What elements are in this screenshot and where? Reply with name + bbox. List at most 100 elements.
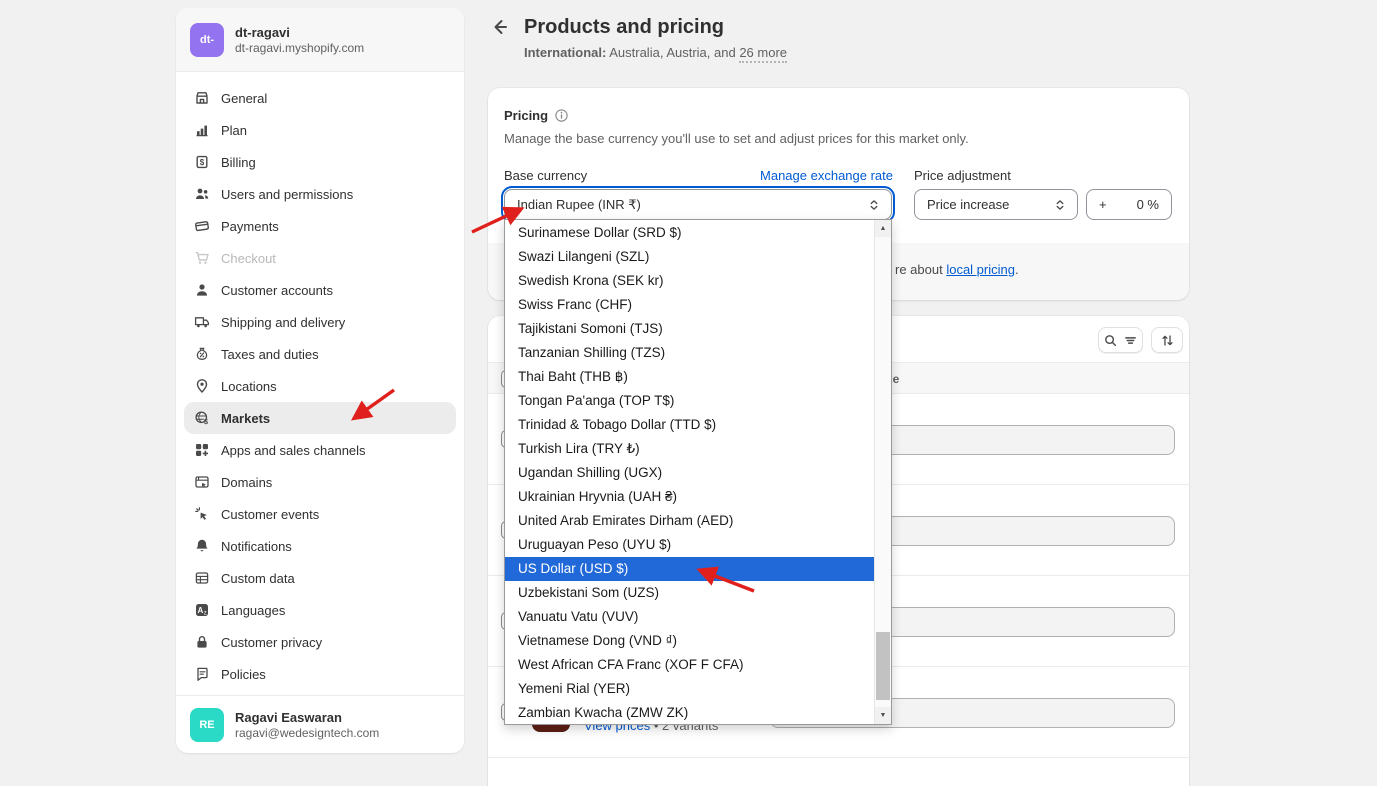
sidebar-item-shipping-and-delivery[interactable]: Shipping and delivery — [184, 306, 456, 338]
sidebar-item-markets[interactable]: $Markets — [184, 402, 456, 434]
events-icon — [194, 506, 210, 522]
footer-suffix: . — [1015, 262, 1019, 277]
user-name: Ragavi Easwaran — [235, 709, 379, 726]
sidebar-item-payments[interactable]: Payments — [184, 210, 456, 242]
currency-option-swedish-krona-sek-kr[interactable]: Swedish Krona (SEK kr) — [505, 269, 874, 293]
lock-icon — [194, 634, 210, 650]
sidebar-item-taxes-and-duties[interactable]: Taxes and duties — [184, 338, 456, 370]
sidebar-item-notifications[interactable]: Notifications — [184, 530, 456, 562]
sort-button[interactable] — [1151, 327, 1183, 353]
currency-option-ukrainian-hryvnia-uah[interactable]: Ukrainian Hryvnia (UAH ₴) — [505, 485, 874, 509]
sidebar-item-label: Policies — [221, 667, 266, 682]
sidebar-item-label: Shipping and delivery — [221, 315, 345, 330]
currency-option-tongan-pa-anga-top-t[interactable]: Tongan Pa'anga (TOP T$) — [505, 389, 874, 413]
price-adjustment-type-select[interactable]: Price increase — [914, 189, 1078, 220]
base-currency-select[interactable]: Indian Rupee (INR ₹) — [504, 189, 892, 220]
sidebar-item-apps-and-sales-channels[interactable]: Apps and sales channels — [184, 434, 456, 466]
currency-option-surinamese-dollar-srd[interactable]: Surinamese Dollar (SRD $) — [505, 221, 874, 245]
page-header: Products and pricing International: Aust… — [488, 15, 787, 60]
currency-option-vanuatu-vatu-vuv[interactable]: Vanuatu Vatu (VUV) — [505, 605, 874, 629]
sidebar-item-label: Customer privacy — [221, 635, 322, 650]
user-account[interactable]: RE Ragavi Easwaran ragavi@wedesigntech.c… — [176, 695, 464, 753]
manage-exchange-rate-link[interactable]: Manage exchange rate — [760, 168, 893, 183]
page-title: Products and pricing — [524, 16, 724, 39]
sidebar-item-customer-accounts[interactable]: Customer accounts — [184, 274, 456, 306]
plan-icon — [194, 122, 210, 138]
currency-option-tanzanian-shilling-tzs[interactable]: Tanzanian Shilling (TZS) — [505, 341, 874, 365]
pricing-section-title: Pricing — [504, 108, 569, 123]
currency-option-west-african-cfa-franc-xof-f-cfa[interactable]: West African CFA Franc (XOF F CFA) — [505, 653, 874, 677]
price-adjustment-label: Price adjustment — [914, 168, 1011, 183]
currency-option-tajikistani-somoni-tjs[interactable]: Tajikistani Somoni (TJS) — [505, 317, 874, 341]
sidebar-item-label: Users and permissions — [221, 187, 353, 202]
currency-option-turkish-lira-try[interactable]: Turkish Lira (TRY ₺) — [505, 437, 874, 461]
currency-option-yemeni-rial-yer[interactable]: Yemeni Rial (YER) — [505, 677, 874, 701]
currency-option-ugandan-shilling-ugx[interactable]: Ugandan Shilling (UGX) — [505, 461, 874, 485]
domains-icon — [194, 474, 210, 490]
sidebar-item-label: Apps and sales channels — [221, 443, 366, 458]
dropdown-scrollbar[interactable]: ▲ ▼ — [874, 220, 891, 724]
sidebar-item-label: Billing — [221, 155, 256, 170]
settings-sidebar: dt- dt-ragavi dt-ragavi.myshopify.com Ge… — [176, 8, 464, 753]
bell-icon — [194, 538, 210, 554]
back-button[interactable] — [488, 15, 512, 39]
sidebar-item-custom-data[interactable]: Custom data — [184, 562, 456, 594]
sidebar-item-languages[interactable]: AzLanguages — [184, 594, 456, 626]
apps-icon — [194, 442, 210, 458]
scroll-down-button[interactable]: ▼ — [875, 707, 891, 724]
pricing-title-text: Pricing — [504, 108, 548, 123]
cart-icon — [194, 250, 210, 266]
filter-icon — [1123, 333, 1138, 348]
search-and-filter-button[interactable] — [1098, 327, 1143, 353]
footer-text-fragment: re about — [895, 262, 946, 277]
currency-dropdown: Surinamese Dollar (SRD $)Swazi Lilangeni… — [504, 219, 892, 725]
market-name: International: — [524, 45, 606, 60]
svg-text:$: $ — [200, 158, 205, 167]
sidebar-item-customer-events[interactable]: Customer events — [184, 498, 456, 530]
currency-option-swiss-franc-chf[interactable]: Swiss Franc (CHF) — [505, 293, 874, 317]
sidebar-item-plan[interactable]: Plan — [184, 114, 456, 146]
currency-option-vietnamese-dong-vnd[interactable]: Vietnamese Dong (VND ₫) — [505, 629, 874, 653]
more-countries-link[interactable]: 26 more — [739, 45, 787, 63]
adjustment-sign: + — [1099, 197, 1107, 212]
sort-icon — [1160, 333, 1175, 348]
sidebar-item-general[interactable]: General — [184, 82, 456, 114]
user-email: ragavi@wedesigntech.com — [235, 726, 379, 741]
scrollbar-thumb[interactable] — [876, 632, 890, 700]
sidebar-item-domains[interactable]: Domains — [184, 466, 456, 498]
shopify-settings-page: { "sidebar": { "store": { "initials": "d… — [0, 0, 1377, 782]
billing-icon: $ — [194, 154, 210, 170]
sidebar-item-users-and-permissions[interactable]: Users and permissions — [184, 178, 456, 210]
currency-option-uruguayan-peso-uyu[interactable]: Uruguayan Peso (UYU $) — [505, 533, 874, 557]
sidebar-item-label: General — [221, 91, 267, 106]
sidebar-item-policies[interactable]: Policies — [184, 658, 456, 690]
store-switcher[interactable]: dt- dt-ragavi dt-ragavi.myshopify.com — [176, 8, 464, 72]
currency-option-united-arab-emirates-dirham-aed[interactable]: United Arab Emirates Dirham (AED) — [505, 509, 874, 533]
currency-option-us-dollar-usd[interactable]: US Dollar (USD $) — [505, 557, 874, 581]
search-icon — [1103, 333, 1118, 348]
sidebar-item-label: Notifications — [221, 539, 292, 554]
currency-option-thai-baht-thb[interactable]: Thai Baht (THB ฿) — [505, 365, 874, 389]
currency-option-swazi-lilangeni-szl[interactable]: Swazi Lilangeni (SZL) — [505, 245, 874, 269]
price-adjustment-percent-input[interactable]: + 0 % — [1086, 189, 1172, 220]
scroll-up-button[interactable]: ▲ — [875, 220, 891, 237]
currency-option-uzbekistani-som-uzs[interactable]: Uzbekistani Som (UZS) — [505, 581, 874, 605]
sidebar-item-locations[interactable]: Locations — [184, 370, 456, 402]
local-pricing-link[interactable]: local pricing — [946, 262, 1015, 277]
sidebar-item-billing[interactable]: $ Billing — [184, 146, 456, 178]
policies-icon — [194, 666, 210, 682]
currency-option-zambian-kwacha-zmw-zk[interactable]: Zambian Kwacha (ZMW ZK) — [505, 701, 874, 725]
info-icon[interactable] — [554, 108, 569, 123]
market-subtitle: International: Australia, Austria, and 2… — [524, 45, 787, 60]
sidebar-item-customer-privacy[interactable]: Customer privacy — [184, 626, 456, 658]
sidebar-item-label: Languages — [221, 603, 285, 618]
globe-icon: $ — [194, 410, 210, 426]
person-icon — [194, 282, 210, 298]
currency-option-trinidad-tobago-dollar-ttd[interactable]: Trinidad & Tobago Dollar (TTD $) — [505, 413, 874, 437]
currency-option-list: Surinamese Dollar (SRD $)Swazi Lilangeni… — [505, 221, 874, 725]
sidebar-item-label: Customer events — [221, 507, 319, 522]
chevron-updown-icon — [867, 198, 881, 212]
store-icon — [194, 90, 210, 106]
pricing-footer-text: re about local pricing. — [895, 262, 1019, 277]
sidebar-item-checkout: Checkout — [184, 242, 456, 274]
